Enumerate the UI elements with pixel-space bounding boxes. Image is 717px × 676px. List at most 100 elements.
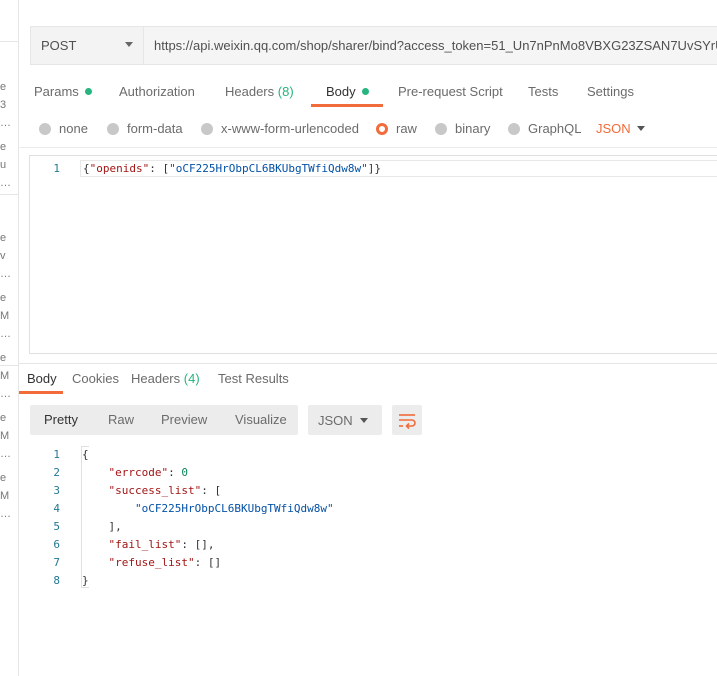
sidebar-fragment[interactable]: e (0, 412, 10, 424)
chevron-down-icon[interactable] (637, 126, 645, 131)
line-number: 3 (53, 483, 60, 497)
code-token: "oCF225HrObpCL6BKUbgTWfiQdw8w" (134, 501, 334, 515)
code-token: : [ (149, 162, 170, 175)
code-token: : [], (181, 537, 215, 551)
tab-params[interactable]: Params (34, 84, 92, 99)
sidebar-fragment[interactable]: v (0, 250, 10, 262)
code-line: 6 "fail_list": [], (40, 535, 214, 553)
sidebar-fragment[interactable]: e (0, 472, 10, 484)
tab-prerequest-script[interactable]: Pre-request Script (398, 84, 503, 99)
chevron-down-icon (125, 42, 133, 47)
method-select[interactable]: POST (30, 26, 144, 65)
wrap-lines-button[interactable] (392, 405, 422, 435)
code-token: : (168, 465, 182, 479)
view-preview-button[interactable]: Preview (161, 412, 207, 427)
line-number: 8 (53, 573, 60, 587)
code-token: ]} (367, 162, 382, 175)
tab-authorization[interactable]: Authorization (119, 84, 195, 99)
radio-binary[interactable]: binary (435, 121, 490, 136)
view-pretty-button[interactable]: Pretty (44, 412, 78, 427)
radio-circle-icon (201, 122, 213, 135)
radio-circle-icon (435, 122, 447, 135)
sidebar-fragment[interactable]: u (0, 159, 10, 171)
section-divider (18, 147, 717, 148)
format-label: JSON (318, 412, 353, 428)
sidebar-fragment[interactable]: M (0, 430, 10, 442)
sidebar-fragment[interactable]: e (0, 81, 10, 93)
tab-label: Headers (131, 371, 181, 386)
request-body-editor[interactable]: 1 {"openids": ["oCF225HrObpCL6BKUbgTWfiQ… (29, 155, 717, 354)
chevron-down-icon (360, 418, 368, 423)
view-raw-button[interactable]: Raw (108, 412, 134, 427)
tab-label: Tests (528, 84, 559, 99)
line-number: 2 (53, 465, 60, 479)
active-tab-indicator (311, 104, 383, 107)
sidebar-divider (0, 41, 18, 42)
sidebar-fragment[interactable]: … (0, 388, 11, 400)
sidebar-divider (0, 194, 18, 195)
url-input[interactable]: https://api.weixin.qq.com/shop/sharer/bi… (144, 26, 717, 65)
sidebar-fragment[interactable]: … (0, 268, 11, 280)
radio-label: GraphQL (528, 121, 582, 136)
radio-form-data[interactable]: form-data (107, 121, 183, 136)
pane-divider (18, 363, 717, 364)
code-line: 3 "success_list": [ (40, 481, 221, 499)
tab-body[interactable]: Body (326, 84, 369, 99)
code-token: { (82, 447, 89, 461)
code-token: "oCF225HrObpCL6BKUbgTWfiQdw8w" (169, 162, 368, 175)
radio-circle-icon (107, 122, 119, 135)
status-dot-icon (361, 88, 369, 95)
response-tab-test-results[interactable]: Test Results (218, 371, 289, 386)
radio-circle-icon (39, 122, 51, 135)
sidebar-fragment[interactable]: … (0, 177, 11, 189)
language-label: JSON (596, 121, 631, 136)
radio-label: x-www-form-urlencoded (221, 121, 359, 136)
tab-settings[interactable]: Settings (587, 84, 634, 99)
code-token: "fail_list" (108, 537, 182, 551)
sidebar-fragment[interactable]: … (0, 448, 11, 460)
sidebar-fragment[interactable]: M (0, 310, 10, 322)
raw-language-select[interactable]: JSON (596, 121, 631, 136)
line-number: 6 (53, 537, 60, 551)
sidebar-fragment[interactable]: … (0, 117, 11, 129)
sidebar-fragment[interactable]: e (0, 292, 10, 304)
tab-headers[interactable]: Headers (8) (225, 84, 294, 99)
response-tab-body[interactable]: Body (27, 371, 57, 386)
sidebar-fragment[interactable]: e (0, 352, 10, 364)
tab-label: Authorization (119, 84, 195, 99)
sidebar-fragment[interactable]: M (0, 370, 10, 382)
response-tab-headers[interactable]: Headers (4) (131, 371, 200, 386)
code-token: : [ (201, 483, 222, 497)
tab-tests[interactable]: Tests (528, 84, 558, 99)
radio-none[interactable]: none (39, 121, 88, 136)
response-format-select[interactable]: JSON (308, 405, 382, 435)
wrap-lines-icon (399, 414, 416, 430)
code-token: : [] (194, 555, 222, 569)
code-line: 8} (40, 571, 88, 589)
response-tab-cookies[interactable]: Cookies (72, 371, 119, 386)
sidebar-fragment[interactable]: M (0, 490, 10, 502)
url-text: https://api.weixin.qq.com/shop/sharer/bi… (154, 38, 717, 53)
sidebar-fragment[interactable]: … (0, 508, 11, 520)
sidebar-fragment[interactable]: e (0, 141, 10, 153)
sidebar-fragment[interactable]: 3 (0, 99, 10, 111)
radio-circle-icon (508, 122, 520, 135)
code-token: "success_list" (108, 483, 202, 497)
radio-graphql[interactable]: GraphQL (508, 121, 581, 136)
status-dot-icon (84, 88, 92, 95)
tab-label: Settings (587, 84, 634, 99)
radio-label: form-data (127, 121, 183, 136)
line-number: 7 (53, 555, 60, 569)
sidebar-fragment[interactable]: … (0, 328, 11, 340)
radio-raw[interactable]: raw (376, 121, 417, 136)
tab-label: Test Results (218, 371, 289, 386)
sidebar-fragment[interactable]: e (0, 232, 10, 244)
tab-label: Pre-request Script (398, 84, 503, 99)
view-visualize-button[interactable]: Visualize (235, 412, 287, 427)
code-line: 2 "errcode": 0 (40, 463, 188, 481)
code-token: 0 (181, 465, 188, 479)
radio-urlencoded[interactable]: x-www-form-urlencoded (201, 121, 359, 136)
code-token: "openids" (89, 162, 150, 175)
